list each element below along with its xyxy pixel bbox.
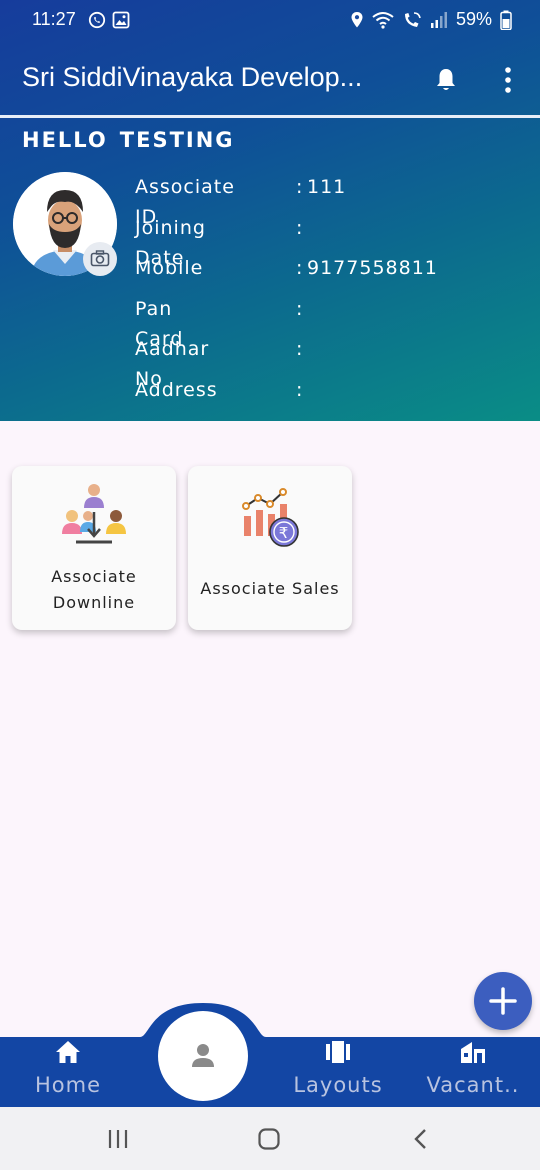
- detail-label: Mobile: [135, 257, 204, 280]
- card-label-line1: Associate: [51, 567, 137, 586]
- detail-separator: :: [296, 338, 304, 361]
- layouts-icon: [326, 1041, 350, 1063]
- detail-separator: :: [296, 176, 304, 198]
- home-system-icon[interactable]: [257, 1127, 281, 1151]
- detail-value: 111: [307, 176, 347, 198]
- profile-header: 11:27 59% Sri SiddiVinayaka Develop... H…: [0, 0, 540, 421]
- more-vert-icon[interactable]: [498, 66, 518, 94]
- camera-icon: [90, 250, 110, 267]
- header-divider: [0, 115, 540, 118]
- battery-icon: [500, 10, 512, 30]
- detail-label: Address: [135, 378, 218, 401]
- detail-separator: :: [296, 378, 304, 401]
- detail-separator: :: [296, 297, 304, 320]
- bottom-navigation: Home Layouts Vacant..: [0, 1003, 540, 1107]
- wifi-calling-icon: [404, 11, 421, 27]
- home-icon: [56, 1041, 80, 1063]
- system-navigation-bar: [0, 1107, 540, 1170]
- nav-item-layouts[interactable]: Layouts: [278, 1039, 398, 1097]
- battery-percent: 59%: [455, 9, 492, 29]
- recent-apps-icon[interactable]: [106, 1128, 130, 1150]
- app-title: Sri SiddiVinayaka Develop...: [22, 62, 363, 92]
- team-hierarchy-icon: [62, 484, 126, 544]
- card-label-line2: Downline: [52, 593, 136, 612]
- notification-bell-icon[interactable]: [432, 66, 460, 94]
- nav-item-home[interactable]: Home: [8, 1039, 128, 1097]
- gallery-icon: [112, 11, 130, 29]
- nav-label: Vacant..: [426, 1073, 520, 1097]
- nav-label: Layouts: [293, 1073, 383, 1097]
- change-photo-button[interactable]: [83, 242, 117, 276]
- status-time: 11:27: [32, 9, 76, 29]
- nav-item-vacant[interactable]: Vacant..: [413, 1039, 533, 1097]
- whatsapp-icon: [88, 11, 106, 29]
- detail-separator: :: [296, 216, 304, 239]
- greeting: HELLO TESTING: [22, 128, 247, 152]
- associate-downline-card[interactable]: Associate Downline: [12, 466, 176, 630]
- profile-icon: [192, 1044, 214, 1067]
- sales-chart-rupee-icon: ₹: [242, 488, 299, 547]
- app-bar: Sri SiddiVinayaka Develop...: [0, 40, 540, 116]
- nav-label: Home: [34, 1073, 101, 1097]
- wifi-icon: [372, 11, 394, 29]
- greeting-word: HELLO: [22, 128, 108, 152]
- card-label: Associate Sales: [200, 579, 340, 598]
- nav-item-profile[interactable]: [158, 1011, 248, 1101]
- status-bar: 11:27 59%: [0, 0, 540, 40]
- signal-icon: [430, 11, 447, 28]
- user-name: TESTING: [119, 128, 235, 152]
- detail-separator: :: [296, 257, 304, 280]
- back-icon[interactable]: [411, 1127, 431, 1151]
- vacant-plots-icon: [461, 1042, 485, 1063]
- detail-value: 9177558811: [307, 257, 438, 280]
- svg-text:₹: ₹: [279, 524, 290, 542]
- location-icon: [351, 11, 363, 27]
- associate-sales-card[interactable]: ₹ Associate Sales: [188, 466, 352, 630]
